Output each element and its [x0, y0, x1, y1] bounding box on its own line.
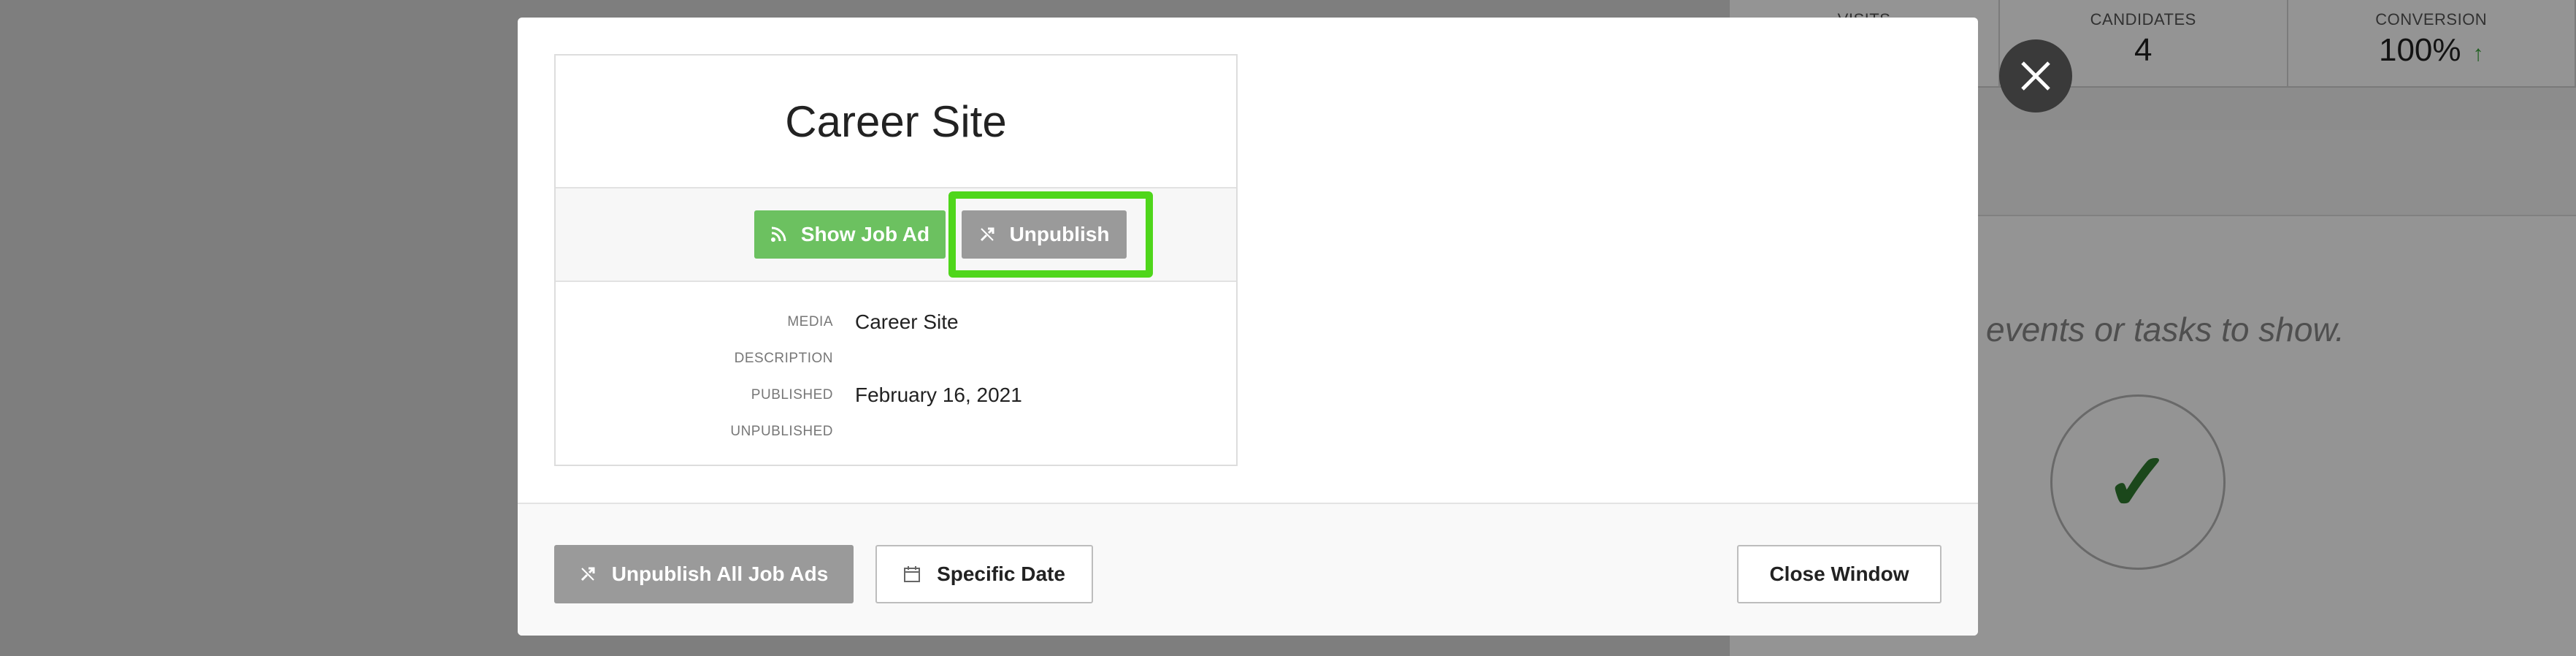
show-job-ad-label: Show Job Ad	[800, 223, 930, 245]
show-job-ad-button[interactable]: Show Job Ad	[754, 210, 946, 259]
unpublish-icon	[980, 227, 994, 242]
job-ad-details: MEDIA Career Site DESCRIPTION PUBLISHED …	[556, 282, 1236, 450]
detail-row-description: DESCRIPTION	[556, 340, 1236, 377]
detail-value: February 16, 2021	[855, 384, 1022, 406]
close-window-button[interactable]: Close Window	[1737, 545, 1941, 603]
job-ad-card: Career Site Show Job Ad Unpublish MEDIA …	[554, 54, 1238, 466]
unpublish-button[interactable]: Unpublish	[962, 210, 1127, 259]
detail-row-unpublished: UNPUBLISHED	[556, 413, 1236, 450]
unpublish-all-label: Unpublish All Job Ads	[611, 562, 829, 585]
detail-label: MEDIA	[787, 314, 833, 329]
detail-label: UNPUBLISHED	[730, 424, 833, 439]
calendar-icon	[904, 566, 921, 582]
job-ad-modal: Career Site Show Job Ad Unpublish MEDIA …	[518, 18, 1978, 636]
job-ad-actions: Show Job Ad Unpublish	[556, 187, 1236, 282]
specific-date-label: Specific Date	[937, 562, 1065, 585]
close-modal-button[interactable]	[1999, 39, 2072, 112]
detail-label: DESCRIPTION	[734, 351, 833, 366]
close-window-label: Close Window	[1769, 562, 1909, 585]
rss-icon	[770, 226, 786, 242]
unpublish-all-button[interactable]: Unpublish All Job Ads	[554, 545, 854, 603]
detail-value: Career Site	[855, 310, 959, 333]
unpublish-icon	[580, 567, 595, 581]
job-ad-title: Career Site	[785, 96, 1007, 146]
close-icon	[2021, 61, 2050, 91]
modal-footer: Unpublish All Job Ads Specific Date Clos…	[518, 503, 1978, 636]
unpublish-label: Unpublish	[1009, 223, 1110, 245]
detail-row-media: MEDIA Career Site	[556, 304, 1236, 340]
detail-row-published: PUBLISHED February 16, 2021	[556, 377, 1236, 413]
detail-label: PUBLISHED	[751, 387, 833, 403]
specific-date-button[interactable]: Specific Date	[875, 545, 1093, 603]
